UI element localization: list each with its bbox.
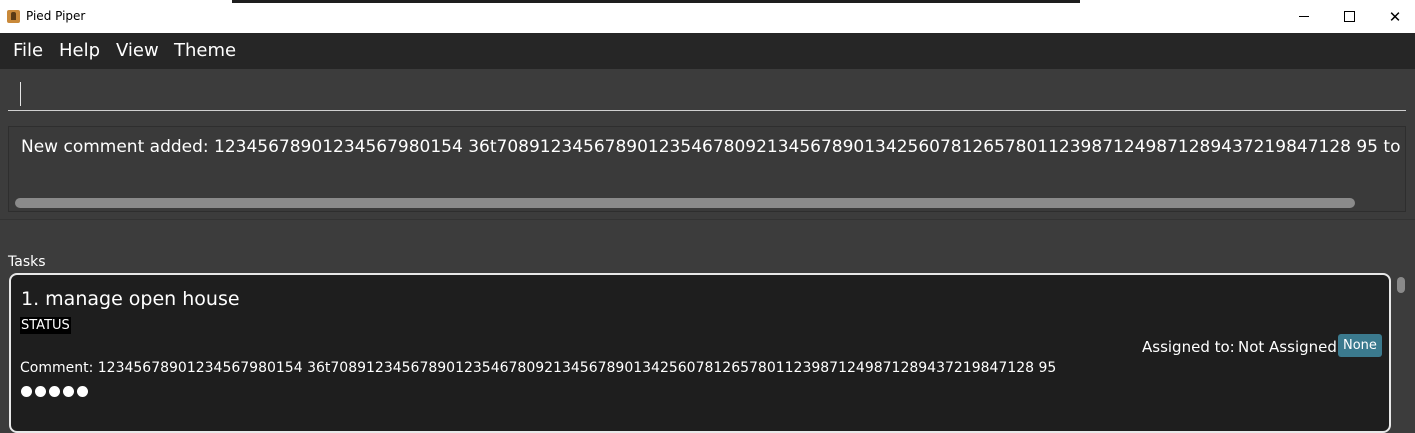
title-bar: Pied Piper ✕ [0, 0, 1415, 33]
rating-dot-icon [35, 386, 46, 397]
app-icon [7, 10, 20, 23]
command-input[interactable] [8, 76, 1406, 111]
close-icon: ✕ [1388, 7, 1402, 26]
assigned-to-label: Assigned to: [1142, 338, 1235, 356]
assigned-to-value: Not Assigned [1238, 338, 1337, 356]
rating-dot-icon [21, 386, 32, 397]
close-button[interactable]: ✕ [1372, 0, 1415, 33]
task-title: 1. manage open house [21, 288, 240, 310]
maximize-button[interactable] [1326, 0, 1372, 33]
maximize-icon [1343, 11, 1355, 22]
rating-dot-icon [63, 386, 74, 397]
menu-bar: File Help View Theme [0, 33, 1415, 69]
text-caret [20, 82, 21, 106]
tasks-heading: Tasks [8, 254, 46, 270]
background-window-strip [232, 0, 1080, 3]
menu-file[interactable]: File [13, 40, 43, 61]
minimize-icon [1299, 16, 1309, 17]
horizontal-scrollbar-thumb[interactable] [15, 198, 1355, 208]
divider [0, 219, 1415, 220]
rating-dots [21, 386, 88, 397]
task-card[interactable]: 1. manage open house STATUS Assigned to:… [9, 273, 1391, 433]
vertical-scrollbar-thumb[interactable] [1397, 277, 1405, 293]
rating-dot-icon [49, 386, 60, 397]
result-message: New comment added: 123456789012345679801… [21, 137, 1405, 157]
minimize-button[interactable] [1281, 0, 1327, 33]
window-title: Pied Piper [26, 9, 86, 23]
horizontal-scrollbar[interactable] [13, 197, 1401, 209]
result-display[interactable]: New comment added: 123456789012345679801… [8, 126, 1406, 212]
rating-dot-icon [77, 386, 88, 397]
menu-help[interactable]: Help [59, 40, 100, 61]
menu-theme[interactable]: Theme [174, 40, 236, 61]
menu-view[interactable]: View [116, 40, 159, 61]
priority-badge: None [1338, 334, 1382, 357]
status-tag: STATUS [20, 317, 71, 334]
task-comment: Comment: 12345678901234567980154 36t7089… [20, 360, 1057, 376]
